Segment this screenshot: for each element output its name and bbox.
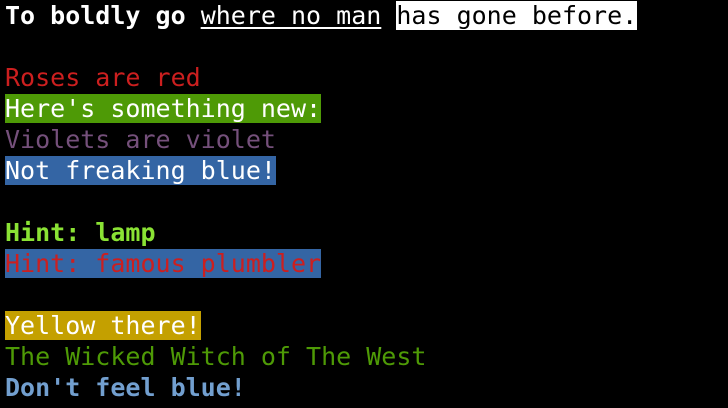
terminal-line: Roses are red <box>5 62 728 93</box>
terminal-line: Don't feel blue! <box>5 372 728 403</box>
text-segment: Hint: famous plumbler <box>5 249 322 278</box>
text-segment: Roses are red <box>5 63 201 92</box>
terminal-line: Yellow there! <box>5 310 728 341</box>
text-segment <box>381 1 396 30</box>
text-segment: To boldly go <box>5 1 186 30</box>
text-segment: Hint: lamp <box>5 218 156 247</box>
text-segment <box>186 1 201 30</box>
terminal-output: To boldly go where no man has gone befor… <box>0 0 728 408</box>
text-segment: has gone before. <box>396 1 638 30</box>
text-segment: Violets are violet <box>5 125 276 154</box>
text-segment: Not freaking blue! <box>5 156 276 185</box>
terminal-line: Violets are violet <box>5 124 728 155</box>
text-segment: The Wicked Witch of The West <box>5 342 427 371</box>
terminal-line: Hint: lamp <box>5 217 728 248</box>
text-segment: Yellow there! <box>5 311 201 340</box>
terminal-line: The Wicked Witch of The West <box>5 341 728 372</box>
text-segment: Don't feel blue! <box>5 373 246 402</box>
terminal-line: Hint: famous plumbler <box>5 248 728 279</box>
terminal-line: Here's something new: <box>5 93 728 124</box>
text-segment: Here's something new: <box>5 94 322 123</box>
terminal-line: Not freaking blue! <box>5 155 728 186</box>
terminal-line: To boldly go where no man has gone befor… <box>5 0 728 31</box>
text-segment: where no man <box>200 1 382 30</box>
